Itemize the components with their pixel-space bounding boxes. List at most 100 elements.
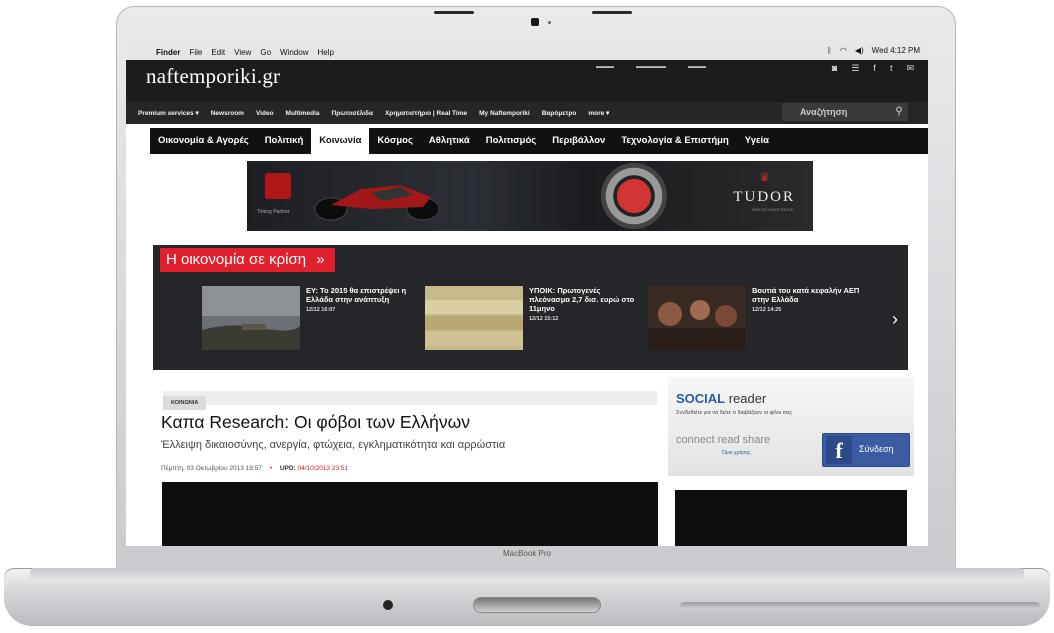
nav-multimedia[interactable]: Multimedia xyxy=(286,110,320,117)
search-icon[interactable]: ⚲ xyxy=(892,103,906,121)
menu-view[interactable]: View xyxy=(234,48,251,57)
menu-help[interactable]: Help xyxy=(317,48,333,57)
tab-world[interactable]: Κόσμος xyxy=(369,128,421,154)
crisis-title-text: Η οικονομία σε κρίση xyxy=(166,251,307,268)
menu-edit[interactable]: Edit xyxy=(211,48,225,57)
site-header: naftemporiki.gr ▬▬▬ ▬▬▬▬▬ ▬▬▬ ◙ ☰ f t ✉ … xyxy=(126,60,928,124)
kicker-label[interactable]: ΚΟΙΝΩΝΙΑ xyxy=(163,396,207,410)
ad-brand: TUDOR xyxy=(733,189,795,205)
model-label: MacBook Pro xyxy=(502,549,552,558)
social-title-rest: reader xyxy=(725,391,767,406)
section-kicker: ΚΟΙΝΩΝΙΑ xyxy=(163,391,657,410)
camera-icon xyxy=(531,18,539,26)
ad-partner-text: Timing Partner xyxy=(257,209,290,215)
menu-go[interactable]: Go xyxy=(260,48,271,57)
top-link[interactable]: ▬▬▬▬▬ xyxy=(636,64,666,70)
nav-more[interactable]: more ▾ xyxy=(588,109,609,117)
tab-politics[interactable]: Πολιτική xyxy=(257,128,312,154)
story-text: ΥΠΟΙΚ: Πρωτογενές πλεόνασμα 2,7 δισ. ευρ… xyxy=(529,286,639,324)
menu-file[interactable]: File xyxy=(189,48,202,57)
story-date: 12/12 14:25 xyxy=(752,307,782,313)
tab-technology[interactable]: Τεχνολογία & Επιστήμη xyxy=(613,128,736,154)
bezel-slot xyxy=(592,11,632,14)
next-arrow-icon[interactable]: › xyxy=(892,309,898,330)
story-thumbnail xyxy=(425,286,523,350)
article-subhead: Έλλειψη δικαιοσύνης, ανεργία, φτώχεια, ε… xyxy=(161,439,506,451)
screen: Finder File Edit View Go Window Help ᛒ ◠… xyxy=(126,44,928,546)
ir-sensor xyxy=(383,600,393,610)
story-thumbnail xyxy=(202,286,300,350)
clock[interactable]: Wed 4:12 PM xyxy=(872,46,920,55)
search-placeholder: Αναζήτηση xyxy=(800,107,848,117)
tab-sports[interactable]: Αθλητικά xyxy=(421,128,478,154)
camera-led xyxy=(548,21,551,24)
article-video[interactable] xyxy=(162,482,658,546)
watch-image xyxy=(601,163,667,229)
tab-economy[interactable]: Οικονομία & Αγορές xyxy=(150,128,257,154)
nav-newsroom[interactable]: Newsroom xyxy=(211,110,244,117)
story-text: Βουτιά του κατά κεφαλήν ΑΕΠ στην Ελλάδα … xyxy=(752,286,862,315)
tab-society[interactable]: Κοινωνία xyxy=(311,128,370,154)
premium-nav: Premium services ▾ Newsroom Video Multim… xyxy=(126,102,928,124)
crisis-title[interactable]: Η οικονομία σε κρίση » xyxy=(160,248,335,272)
site-logo[interactable]: naftemporiki.gr xyxy=(146,64,280,89)
nav-stockmarket[interactable]: Χρηματιστήριο | Real Time xyxy=(385,110,467,117)
mail-icon[interactable]: ✉ xyxy=(906,63,914,74)
tab-culture[interactable]: Πολιτισμός xyxy=(478,128,545,154)
rss-icon[interactable]: ◙ xyxy=(832,63,837,74)
nav-my-naftemporiki[interactable]: My Naftemporiki xyxy=(479,110,530,117)
facebook-icon: f xyxy=(826,436,852,464)
story-thumbnail xyxy=(648,286,746,350)
article-headline[interactable]: Καπα Research: Οι φόβοι των Ελλήνων xyxy=(161,412,470,433)
motorcycle-image xyxy=(314,185,440,221)
menubar-status: ᛒ ◠ ◀) Wed 4:12 PM xyxy=(827,46,920,55)
social-tagline: connect read share xyxy=(676,434,771,446)
tab-health[interactable]: Υγεία xyxy=(737,128,777,154)
nav-video[interactable]: Video xyxy=(256,110,274,117)
story-title: ΥΠΟΙΚ: Πρωτογενές πλεόνασμα 2,7 δισ. ευρ… xyxy=(529,286,635,313)
volume-icon[interactable]: ◀) xyxy=(855,46,864,55)
nav-barometer[interactable]: Βαρόμετρο xyxy=(542,110,577,117)
social-reader-widget: SOCIAL reader Συνδεθείτε για να δείτε τι… xyxy=(668,377,914,476)
tab-environment[interactable]: Περιβάλλον xyxy=(544,128,613,154)
facebook-connect-label: Σύνδεση xyxy=(859,444,894,454)
update-value: 04/10/2013 23:51 xyxy=(297,465,349,472)
twitter-icon[interactable]: t xyxy=(890,63,893,74)
top-link[interactable]: ▬▬▬ xyxy=(688,64,706,70)
facebook-connect-button[interactable]: f Σύνδεση xyxy=(822,433,910,467)
article-meta: Πέμπτη, 03 Οκτωβρίου 2013 19:57 • UPD: 0… xyxy=(161,465,349,472)
story-date: 12/12 16:07 xyxy=(306,307,336,313)
crisis-carousel: Η οικονομία σε κρίση » ΕΥ: Το 2015 θα επ… xyxy=(153,245,908,370)
wifi-icon[interactable]: ◠ xyxy=(840,46,847,55)
update-label: UPD: xyxy=(279,465,296,472)
tudor-shield-icon: ♛ xyxy=(759,170,770,184)
feed-icon[interactable]: ☰ xyxy=(851,63,859,74)
nav-frontpages[interactable]: Πρωτοσέλιδα xyxy=(332,110,373,117)
article-date: Πέμπτη, 03 Οκτωβρίου 2013 19:57 xyxy=(161,465,262,472)
category-nav: Οικονομία & Αγορές Πολιτική Κοινωνία Κόσ… xyxy=(150,128,928,154)
social-title-main: SOCIAL xyxy=(676,391,726,406)
nav-premium[interactable]: Premium services ▾ xyxy=(138,109,199,117)
menu-window[interactable]: Window xyxy=(280,48,308,57)
mac-menubar: Finder File Edit View Go Window Help ᛒ ◠… xyxy=(126,44,928,61)
top-link[interactable]: ▬▬▬ xyxy=(596,64,614,70)
social-description: Συνδεθείτε για να δείτε τι διαβάζουν οι … xyxy=(676,410,793,416)
bluetooth-icon[interactable]: ᛒ xyxy=(827,46,832,55)
story-date: 12/12 15:12 xyxy=(529,316,559,322)
top-links: ▬▬▬ ▬▬▬▬▬ ▬▬▬ xyxy=(596,64,706,70)
story-text: ΕΥ: Το 2015 θα επιστρέψει η Ελλάδα στην … xyxy=(306,286,416,315)
menu-finder[interactable]: Finder xyxy=(156,48,180,57)
banner-ad[interactable]: Timing Partner ♛ TUDOR WATCH YOUR STYLE xyxy=(247,161,813,231)
bezel-slot xyxy=(434,11,474,14)
sidebar-video[interactable] xyxy=(675,490,907,546)
social-reader-title: SOCIAL reader xyxy=(676,391,766,406)
lid-latch xyxy=(473,597,601,613)
terms-link[interactable]: Όροι χρήσης xyxy=(722,450,751,456)
speaker-vent xyxy=(680,602,1040,610)
ducati-logo xyxy=(265,173,291,199)
facebook-icon[interactable]: f xyxy=(873,63,876,74)
story-title: ΕΥ: Το 2015 θα επιστρέψει η Ελλάδα στην … xyxy=(306,286,407,304)
header-social-icons: ◙ ☰ f t ✉ xyxy=(832,63,914,74)
story-title: Βουτιά του κατά κεφαλήν ΑΕΠ στην Ελλάδα xyxy=(752,286,860,304)
search-input[interactable]: Αναζήτηση ⚲ xyxy=(782,103,908,121)
